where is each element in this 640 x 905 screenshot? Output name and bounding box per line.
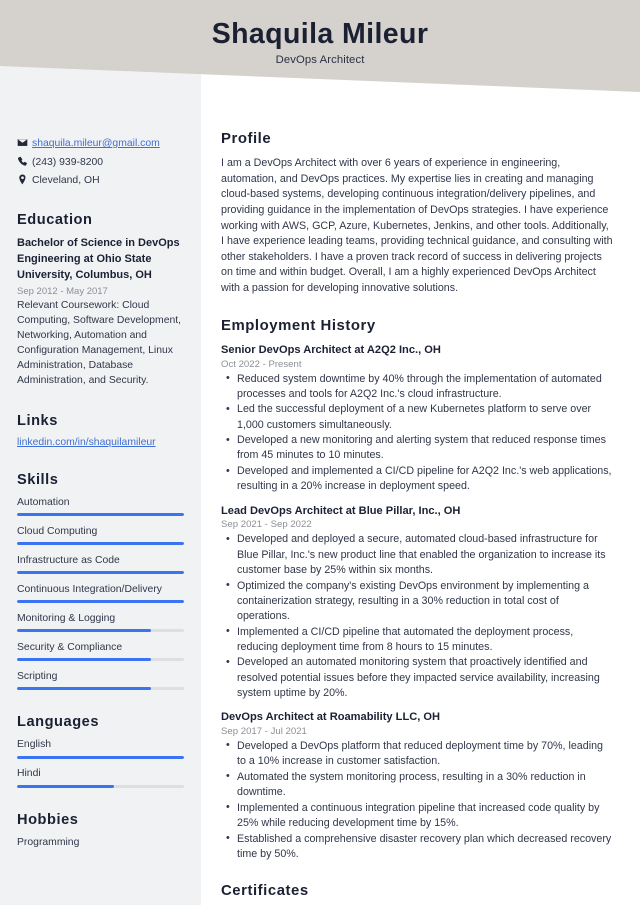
skill-level-fill [17,658,151,662]
skill: Security & Compliance [17,641,184,662]
contact-list: shaquila.mileur@gmail.com (243) 939-8200 C… [17,137,184,188]
skills-heading: Skills [17,471,59,488]
job-bullet-list: Developed a DevOps platform that reduced… [221,738,614,862]
skill: Cloud Computing [17,525,184,546]
skill: Scripting [17,670,184,691]
certificates-heading: Certificates [221,882,309,899]
language-level-track [17,755,184,759]
language-level-fill [17,784,114,788]
skill-level-track [17,687,184,691]
skill-level-fill [17,600,184,604]
education-heading: Education [17,212,93,229]
employment-entry: DevOps Architect at Roamability LLC, OH S… [221,710,614,862]
language-level-fill [17,755,184,759]
job-bullet: Established a comprehensive disaster rec… [221,831,614,862]
skill: Continuous Integration/Delivery [17,583,184,604]
language-level-track [17,784,184,788]
language: Hindi [17,767,184,788]
skill-label: Continuous Integration/Delivery [17,583,162,595]
profile-heading: Profile [221,131,272,147]
page-title: Shaquila Mileur [211,18,429,50]
job-bullet-list: Reduced system downtime by 40% through t… [221,371,614,495]
skill-level-track [17,513,184,517]
job-dates: Sep 2021 - Sep 2022 [221,519,312,531]
location-pin-icon [17,174,32,185]
employment-list: Senior DevOps Architect at A2Q2 Inc., OH… [221,343,614,862]
contact-row: (243) 939-8200 [17,156,184,170]
job-bullet: Automated the system monitoring process,… [221,769,614,800]
job-role-subtitle: DevOps Architect [275,53,365,66]
job-bullet-list: Developed and deployed a secure, automat… [221,532,614,701]
contact-text: (243) 939-8200 [32,156,104,168]
skill-label: Scripting [17,670,58,682]
job-bullet: Led the successful deployment of a new K… [221,402,614,432]
profile-text: I am a DevOps Architect with over 6 year… [221,157,613,294]
skill-label: Infrastructure as Code [17,554,120,566]
skill: Infrastructure as Code [17,554,184,575]
skill-level-fill [17,629,151,633]
language-label: English [17,739,52,751]
contact-text: Cleveland, OH [32,175,100,187]
skill-label: Automation [17,496,70,508]
employment-entry: Senior DevOps Architect at A2Q2 Inc., OH… [221,343,614,495]
employment-heading: Employment History [221,317,376,334]
skill-level-track [17,542,184,546]
languages-heading: Languages [17,714,99,731]
skill-level-fill [17,687,151,691]
job-bullet: Reduced system downtime by 40% through t… [221,371,614,402]
job-bullet: Implemented a CI/CD pipeline that automa… [221,624,614,655]
email-icon [17,137,32,148]
job-bullet: Developed and deployed a secure, automat… [221,532,614,578]
sidebar: shaquila.mileur@gmail.com (243) 939-8200 C… [0,0,201,905]
skills-list: Automation Cloud Computing Infrastructure … [17,496,184,691]
job-bullet: Developed an automated monitoring system… [221,655,614,701]
job-bullet: Developed and implemented a CI/CD pipeli… [221,464,614,494]
job-bullet: Implemented a continuous integration pip… [221,800,614,831]
resume-page: shaquila.mileur@gmail.com (243) 939-8200 C… [0,0,640,905]
skill-level-track [17,571,184,575]
language-label: Hindi [17,768,41,780]
skill-level-track [17,629,184,633]
links-heading: Links [17,412,58,429]
job-dates: Oct 2022 - Present [221,358,302,370]
main-content: Profile I am a DevOps Architect with ove… [201,0,640,905]
job-bullet: Optimized the company's existing DevOps … [221,578,614,625]
contact-row: shaquila.mileur@gmail.com [17,137,184,151]
sidebar-link[interactable]: linkedin.com/in/shaquilamileur [17,437,184,448]
job-title: DevOps Architect at Roamability LLC, OH [221,711,441,724]
languages-list: English Hindi [17,738,184,788]
skill-level-fill [17,571,184,575]
phone-icon [17,156,32,167]
hobby-item: Programming [17,836,80,848]
skill: Automation [17,496,184,517]
employment-entry: Lead DevOps Architect at Blue Pillar, In… [221,504,614,701]
links-list: linkedin.com/in/shaquilamileur [17,437,184,448]
skill-label: Cloud Computing [17,525,98,537]
skill-level-track [17,600,184,604]
contact-text[interactable]: shaquila.mileur@gmail.com [32,137,160,151]
skill: Monitoring & Logging [17,612,184,633]
skill-level-track [17,658,184,662]
language: English [17,738,184,759]
header-text-group: Shaquila Mileur DevOps Architect [0,0,640,92]
hobbies-list: Programming [17,836,184,851]
job-dates: Sep 2017 - Jul 2021 [221,725,307,737]
job-title: Lead DevOps Architect at Blue Pillar, In… [221,504,461,517]
skill-level-fill [17,513,184,517]
skill-label: Security & Compliance [17,641,123,653]
job-bullet: Developed a new monitoring and alerting … [221,433,614,463]
skill-level-fill [17,542,184,546]
hobbies-heading: Hobbies [17,811,79,828]
education-degree: Bachelor of Science in DevOps Engineerin… [17,237,180,282]
education-description: Relevant Coursework: Cloud Computing, So… [17,299,182,386]
education-dates: Sep 2012 - May 2017 [17,285,108,297]
skill-label: Monitoring & Logging [17,612,116,624]
job-title: Senior DevOps Architect at A2Q2 Inc., OH [221,343,441,356]
job-bullet: Developed a DevOps platform that reduced… [221,738,614,769]
contact-row: Cleveland, OH [17,174,184,188]
